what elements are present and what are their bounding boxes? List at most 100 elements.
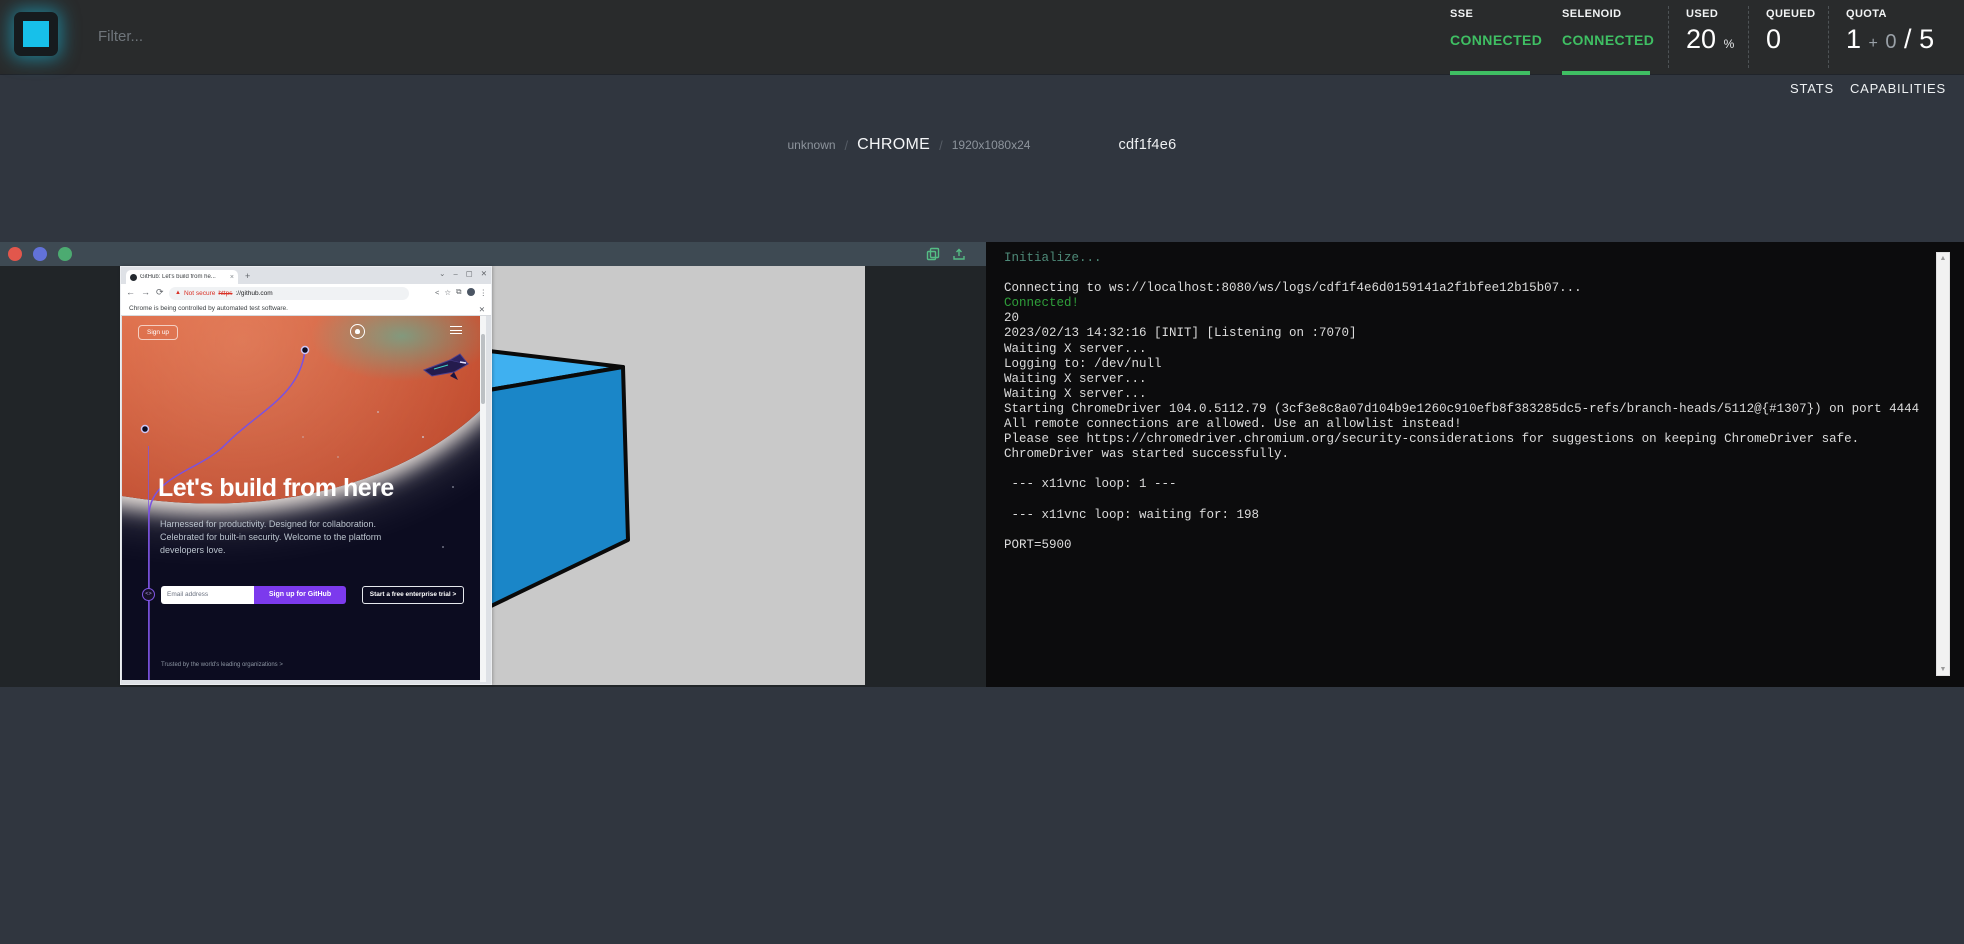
new-tab-icon: +	[245, 271, 250, 281]
infobar-close-icon: ✕	[479, 305, 485, 314]
sse-label: SSE	[1450, 8, 1542, 20]
remote-browser-action-icons: < ☆ ⧉ ⋮	[435, 287, 487, 297]
queued-value: 0	[1766, 24, 1822, 55]
sse-status: SSE CONNECTED	[1450, 0, 1542, 75]
remote-window-controls: ⌄ – ▢ ✕	[439, 269, 487, 278]
scroll-up-icon[interactable]: ▲	[1937, 255, 1949, 262]
minimize-traffic-light-icon[interactable]	[33, 247, 47, 261]
github-logo-icon	[350, 324, 365, 339]
log-line: All remote connections are allowed. Use …	[1004, 417, 1924, 432]
tab-search-icon: ⧉	[456, 287, 461, 297]
log-line: Please see https://chromedriver.chromium…	[1004, 432, 1924, 447]
tab-stats[interactable]: STATS	[1790, 81, 1834, 96]
used-label: USED	[1686, 8, 1742, 20]
tab-capabilities[interactable]: CAPABILITIES	[1850, 81, 1946, 96]
copy-icon[interactable]	[926, 247, 940, 261]
not-secure-warning-icon: ▲	[175, 290, 181, 296]
log-line	[1004, 493, 1924, 508]
remote-tab-title: GitHub: Let's build from he...	[140, 274, 227, 280]
log-line: Waiting X server...	[1004, 387, 1924, 402]
window-maximize-icon: ▢	[466, 269, 473, 278]
log-line	[1004, 462, 1924, 477]
share-icon: <	[435, 288, 439, 297]
selenoid-underline	[1562, 71, 1650, 75]
log-line: 2023/02/13 14:32:16 [INIT] [Listening on…	[1004, 326, 1924, 341]
log-line	[1004, 266, 1924, 281]
separator: /	[939, 138, 943, 153]
log-line: Connected!	[1004, 296, 1924, 311]
selenoid-label: SELENOID	[1562, 8, 1658, 20]
reload-icon: ⟳	[156, 287, 164, 298]
bookmark-star-icon: ☆	[444, 288, 451, 297]
remote-window-bottom-frame	[121, 680, 491, 684]
browser-version: unknown	[788, 138, 836, 152]
quota-label: QUOTA	[1846, 8, 1956, 20]
log-line: Waiting X server...	[1004, 342, 1924, 357]
automation-infobar-text: Chrome is being controlled by automated …	[129, 305, 288, 312]
url-https-strikethrough: https	[218, 290, 232, 297]
tab-close-icon: ×	[230, 274, 234, 281]
hero-trusted-text: Trusted by the world's leading organizat…	[161, 662, 283, 668]
hamburger-menu-icon	[450, 326, 462, 334]
spaceship-illustration	[420, 352, 472, 386]
used-value: 20 %	[1686, 24, 1742, 55]
vnc-header	[0, 242, 986, 266]
github-hero-page: Sign up Let's build from here Harnessed …	[122, 316, 486, 682]
hero-signup-github-button: Sign up for GitHub	[254, 586, 346, 604]
forward-icon: →	[141, 287, 150, 298]
divider	[1828, 6, 1829, 68]
divider	[1748, 6, 1749, 68]
separator: /	[845, 138, 849, 153]
log-line: PORT=5900	[1004, 538, 1924, 553]
log-line: Logging to: /dev/null	[1004, 357, 1924, 372]
hero-signup-button: Sign up	[138, 325, 178, 340]
remote-address-field: ▲ Not secure https ://github.com	[169, 287, 409, 300]
log-line: --- x11vnc loop: 1 ---	[1004, 477, 1924, 492]
top-bar: SSE CONNECTED SELENOID CONNECTED USED 20…	[0, 0, 1964, 75]
log-line: Initialize...	[1004, 251, 1924, 266]
app-logo-icon	[14, 12, 58, 56]
back-icon: ←	[126, 287, 135, 298]
log-line: Waiting X server...	[1004, 372, 1924, 387]
vnc-panel: GitHub: Let's build from he... × + ⌄ – ▢…	[0, 242, 986, 687]
log-line: --- x11vnc loop: waiting for: 198	[1004, 508, 1924, 523]
fullscreen-traffic-light-icon[interactable]	[58, 247, 72, 261]
used-status: USED 20 %	[1686, 0, 1742, 75]
menu-dots-icon: ⋮	[480, 288, 488, 297]
not-secure-label: Not secure	[184, 290, 215, 297]
branch-vertical-line	[148, 446, 149, 682]
remote-page-scrollbar	[480, 316, 486, 682]
log-scrollbar[interactable]: ▲ ▼	[1936, 252, 1950, 676]
remote-browser-window: GitHub: Let's build from he... × + ⌄ – ▢…	[120, 266, 492, 685]
automation-infobar: Chrome is being controlled by automated …	[121, 302, 491, 316]
window-menu-icon: ⌄	[439, 269, 445, 278]
quota-value: 1 + 0 / 5	[1846, 24, 1956, 55]
upload-icon[interactable]	[952, 247, 966, 261]
log-line: ChromeDriver was started successfully.	[1004, 447, 1924, 462]
queued-label: QUEUED	[1766, 8, 1822, 20]
selenoid-status: SELENOID CONNECTED	[1562, 0, 1658, 75]
code-node-icon: <>	[142, 588, 155, 601]
queued-status: QUEUED 0	[1766, 0, 1822, 75]
vnc-screen[interactable]: GitHub: Let's build from he... × + ⌄ – ▢…	[120, 266, 865, 685]
session-id[interactable]: cdf1f4e6	[1118, 137, 1176, 153]
vnc-body: GitHub: Let's build from he... × + ⌄ – ▢…	[0, 266, 986, 687]
profile-avatar-icon	[467, 288, 475, 296]
hero-heading: Let's build from here	[158, 474, 394, 503]
window-minimize-icon: –	[453, 269, 457, 278]
scroll-down-icon[interactable]: ▼	[1937, 666, 1949, 673]
log-line: Starting ChromeDriver 104.0.5112.79 (3cf…	[1004, 402, 1924, 417]
session-log-panel: Initialize... Connecting to ws://localho…	[986, 242, 1964, 687]
filter-input[interactable]	[96, 20, 416, 52]
remote-tab-strip: GitHub: Let's build from he... × + ⌄ – ▢…	[121, 267, 491, 284]
remote-url-bar: ← → ⟳ ▲ Not secure https ://github.com	[121, 284, 491, 302]
selenoid-ui-app: SSE CONNECTED SELENOID CONNECTED USED 20…	[0, 0, 1964, 944]
close-traffic-light-icon[interactable]	[8, 247, 22, 261]
window-close-icon: ✕	[481, 269, 487, 278]
selenoid-value: CONNECTED	[1562, 32, 1658, 48]
session-row[interactable]: unknown / CHROME / 1920x1080x24 cdf1f4e6	[0, 136, 1964, 154]
sse-value: CONNECTED	[1450, 32, 1542, 48]
sse-underline	[1450, 71, 1530, 75]
log-output[interactable]: Initialize... Connecting to ws://localho…	[1004, 251, 1924, 553]
remote-nav-icons: ← → ⟳	[126, 287, 164, 298]
